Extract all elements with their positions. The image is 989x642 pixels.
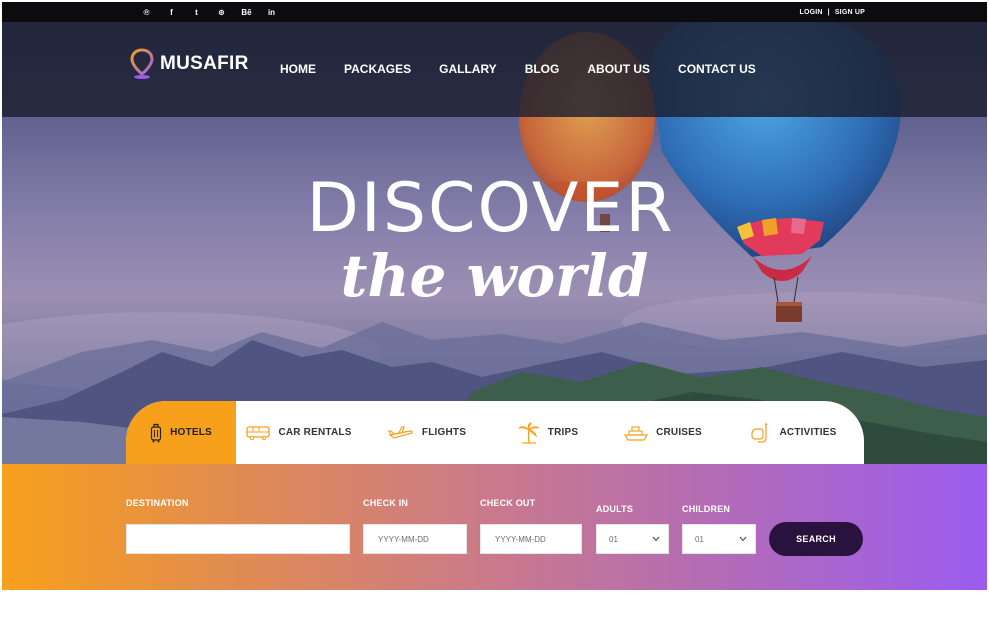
tab-hotels[interactable]: HOTELS bbox=[126, 401, 236, 464]
search-button[interactable]: SEARCH bbox=[769, 522, 863, 556]
tab-trips[interactable]: TRIPS bbox=[492, 401, 604, 464]
palm-tree-icon bbox=[518, 421, 540, 444]
hero-headline: DISCOVER the world bbox=[2, 169, 987, 310]
chevron-down-icon bbox=[739, 536, 747, 542]
adults-select[interactable]: 01 bbox=[596, 524, 669, 554]
check-out-label: CHECK OUT bbox=[480, 498, 536, 508]
tab-car-rentals[interactable]: CAR RENTALS bbox=[236, 401, 362, 464]
bus-icon bbox=[246, 425, 271, 440]
social-links: ℗ f t ⊛ Bē in bbox=[134, 2, 284, 22]
hero-subtitle: the world bbox=[340, 242, 649, 310]
linkedin-icon[interactable]: in bbox=[259, 8, 284, 17]
luggage-icon bbox=[151, 423, 162, 442]
nav-home[interactable]: HOME bbox=[280, 62, 316, 76]
twitter-icon[interactable]: t bbox=[184, 8, 209, 17]
brand-logo[interactable]: MUSAFIR bbox=[130, 48, 249, 80]
hero-banner: MUSAFIR HOME PACKAGES GALLARY BLOG ABOUT… bbox=[2, 22, 987, 464]
tab-cruises[interactable]: CRUISES bbox=[604, 401, 722, 464]
tab-activities[interactable]: ACTIVITIES bbox=[722, 401, 864, 464]
behance-icon[interactable]: Bē bbox=[234, 8, 259, 17]
brand-name: MUSAFIR bbox=[160, 53, 249, 74]
check-in-input[interactable]: YYYY-MM-DD bbox=[363, 524, 467, 554]
top-bar: ℗ f t ⊛ Bē in LOGIN | SIGN UP bbox=[2, 2, 987, 22]
nav-contact-us[interactable]: CONTACT US bbox=[678, 62, 756, 76]
tab-car-rentals-label: CAR RENTALS bbox=[278, 427, 352, 438]
primary-nav: HOME PACKAGES GALLARY BLOG ABOUT US CONT… bbox=[280, 62, 784, 76]
location-pin-icon bbox=[130, 48, 154, 79]
nav-about-us[interactable]: ABOUT US bbox=[587, 62, 650, 76]
page-frame: ℗ f t ⊛ Bē in LOGIN | SIGN UP MUSAFIR HO… bbox=[2, 2, 987, 590]
check-in-label: CHECK IN bbox=[363, 498, 409, 508]
auth-separator: | bbox=[827, 8, 830, 16]
tab-cruises-label: CRUISES bbox=[656, 427, 702, 438]
dribbble-icon[interactable]: ⊛ bbox=[209, 8, 234, 17]
hero-title: DISCOVER bbox=[306, 169, 675, 248]
adults-value: 01 bbox=[609, 534, 618, 544]
tab-activities-label: ACTIVITIES bbox=[779, 427, 837, 438]
hotel-search-form: DESTINATION CHECK IN YYYY-MM-DD CHECK OU… bbox=[2, 464, 987, 590]
pinterest-icon[interactable]: ℗ bbox=[134, 8, 159, 17]
tab-hotels-label: HOTELS bbox=[170, 427, 212, 438]
children-value: 01 bbox=[695, 534, 704, 544]
nav-gallary[interactable]: GALLARY bbox=[439, 62, 497, 76]
children-label: CHILDREN bbox=[682, 504, 731, 514]
facebook-icon[interactable]: f bbox=[159, 8, 184, 17]
signup-link[interactable]: SIGN UP bbox=[835, 9, 865, 16]
tab-trips-label: TRIPS bbox=[547, 427, 579, 438]
tab-flights[interactable]: FLIGHTS bbox=[362, 401, 492, 464]
chevron-down-icon bbox=[652, 536, 660, 542]
check-out-input[interactable]: YYYY-MM-DD bbox=[480, 524, 582, 554]
destination-input[interactable] bbox=[126, 524, 350, 554]
auth-links: LOGIN | SIGN UP bbox=[799, 2, 865, 22]
airplane-icon bbox=[387, 425, 413, 439]
booking-tabs: HOTELS CAR RENTALS FLIGHTS TRIPS CRUISES… bbox=[126, 401, 864, 464]
nav-packages[interactable]: PACKAGES bbox=[344, 62, 411, 76]
snorkel-icon bbox=[751, 422, 768, 443]
destination-label: DESTINATION bbox=[126, 498, 189, 508]
nav-blog[interactable]: BLOG bbox=[525, 62, 560, 76]
tab-flights-label: FLIGHTS bbox=[421, 427, 467, 438]
login-link[interactable]: LOGIN bbox=[799, 9, 822, 16]
main-navbar: MUSAFIR HOME PACKAGES GALLARY BLOG ABOUT… bbox=[2, 22, 987, 117]
adults-label: ADULTS bbox=[596, 504, 634, 514]
ship-icon bbox=[624, 425, 649, 441]
children-select[interactable]: 01 bbox=[682, 524, 756, 554]
